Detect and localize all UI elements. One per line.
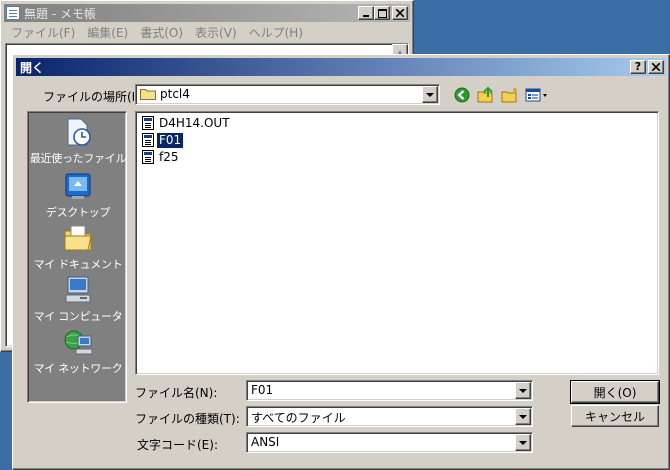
view-menu-icon bbox=[525, 88, 547, 102]
filename-dropdown-button[interactable] bbox=[515, 382, 531, 399]
encoding-label: 文字コード(E): bbox=[137, 438, 218, 452]
view-menu-button[interactable] bbox=[524, 85, 550, 105]
back-arrow-icon bbox=[454, 87, 470, 103]
dialog-title: 開く bbox=[20, 60, 45, 75]
notepad-menubar: ファイル(F) 編集(E) 書式(O) 表示(V) ヘルプ(H) bbox=[5, 23, 409, 42]
filetype-label: ファイルの種類(T): bbox=[135, 412, 240, 426]
maximize-icon bbox=[377, 8, 387, 18]
desktop-icon bbox=[65, 173, 91, 199]
recent-documents-icon bbox=[67, 118, 91, 146]
places-bar: 最近使ったファイル デスクトップ マイ ドキュメント マイ コンピュータ マイ … bbox=[27, 111, 127, 403]
location-dropdown[interactable]: ptcl4 bbox=[135, 84, 440, 105]
place-label: デスクトップ bbox=[45, 206, 111, 219]
menu-format[interactable]: 書式(O) bbox=[134, 24, 189, 41]
minimize-icon bbox=[363, 15, 369, 17]
new-folder-button[interactable] bbox=[500, 85, 520, 105]
help-icon: ? bbox=[634, 60, 642, 73]
location-label: ファイルの場所(I): bbox=[43, 90, 144, 104]
place-label: マイ コンピュータ bbox=[33, 310, 123, 323]
list-item[interactable]: F01 bbox=[142, 131, 185, 149]
list-item[interactable]: D4H14.OUT bbox=[142, 115, 232, 131]
file-icon bbox=[142, 116, 154, 130]
filename-value: F01 bbox=[251, 383, 274, 397]
notepad-titlebar[interactable]: 無題 - メモ帳 bbox=[4, 4, 410, 22]
close-icon bbox=[396, 9, 404, 17]
folder-icon bbox=[140, 89, 156, 100]
my-network-icon bbox=[64, 330, 93, 355]
up-one-level-icon bbox=[477, 87, 493, 103]
menu-file[interactable]: ファイル(F) bbox=[5, 24, 81, 41]
file-icon bbox=[142, 133, 154, 147]
file-name: f25 bbox=[159, 149, 179, 164]
place-label: 最近使ったファイル bbox=[29, 152, 127, 165]
menu-edit[interactable]: 編集(E) bbox=[81, 24, 134, 41]
place-label: マイ ドキュメント bbox=[33, 258, 123, 271]
close-button[interactable] bbox=[392, 6, 408, 20]
place-my-computer[interactable]: マイ コンピュータ bbox=[28, 274, 128, 324]
filetype-dropdown[interactable]: すべてのファイル bbox=[246, 406, 533, 427]
maximize-button[interactable] bbox=[374, 6, 390, 20]
new-folder-icon bbox=[501, 88, 517, 103]
chevron-down-icon bbox=[426, 92, 434, 97]
open-button[interactable]: 開く(O) bbox=[570, 380, 660, 404]
file-name: D4H14.OUT bbox=[159, 115, 230, 130]
encoding-dropdown[interactable]: ANSI bbox=[246, 432, 533, 453]
list-item[interactable]: f25 bbox=[142, 149, 181, 165]
place-recent[interactable]: 最近使ったファイル bbox=[28, 116, 128, 166]
help-button[interactable]: ? bbox=[630, 60, 646, 74]
close-icon bbox=[652, 63, 660, 71]
place-desktop[interactable]: デスクトップ bbox=[28, 170, 128, 220]
open-dialog: 開く ? ファイルの場所(I): ptcl4 最近使ったファイル デスクトップ … bbox=[12, 54, 670, 470]
dialog-close-button[interactable] bbox=[648, 60, 664, 74]
notepad-icon bbox=[6, 6, 20, 20]
file-name: F01 bbox=[155, 131, 185, 149]
cancel-button[interactable]: キャンセル bbox=[571, 405, 659, 427]
chevron-down-icon bbox=[519, 440, 527, 445]
encoding-dropdown-button[interactable] bbox=[515, 434, 531, 451]
file-list[interactable]: D4H14.OUT F01 f25 bbox=[135, 111, 659, 375]
menu-view[interactable]: 表示(V) bbox=[189, 24, 243, 41]
place-my-documents[interactable]: マイ ドキュメント bbox=[28, 222, 128, 272]
encoding-value: ANSI bbox=[251, 435, 280, 449]
filetype-dropdown-button[interactable] bbox=[515, 408, 531, 425]
up-folder-button[interactable] bbox=[476, 85, 496, 105]
my-computer-icon bbox=[65, 276, 91, 303]
location-dropdown-button[interactable] bbox=[422, 86, 438, 103]
minimize-button[interactable] bbox=[358, 6, 374, 20]
filename-field[interactable]: F01 bbox=[246, 380, 533, 401]
dialog-titlebar[interactable]: 開く ? bbox=[16, 58, 666, 76]
place-my-network[interactable]: マイ ネットワーク bbox=[28, 326, 128, 376]
menu-help[interactable]: ヘルプ(H) bbox=[243, 24, 309, 41]
chevron-down-icon bbox=[519, 388, 527, 393]
location-value: ptcl4 bbox=[160, 87, 190, 101]
notepad-title: 無題 - メモ帳 bbox=[24, 6, 96, 21]
chevron-down-icon bbox=[519, 414, 527, 419]
filetype-value: すべてのファイル bbox=[251, 411, 346, 425]
filename-label: ファイル名(N): bbox=[135, 386, 218, 400]
place-label: マイ ネットワーク bbox=[33, 362, 123, 375]
back-button[interactable] bbox=[452, 85, 472, 105]
file-icon bbox=[142, 150, 154, 164]
my-documents-icon bbox=[64, 225, 92, 251]
